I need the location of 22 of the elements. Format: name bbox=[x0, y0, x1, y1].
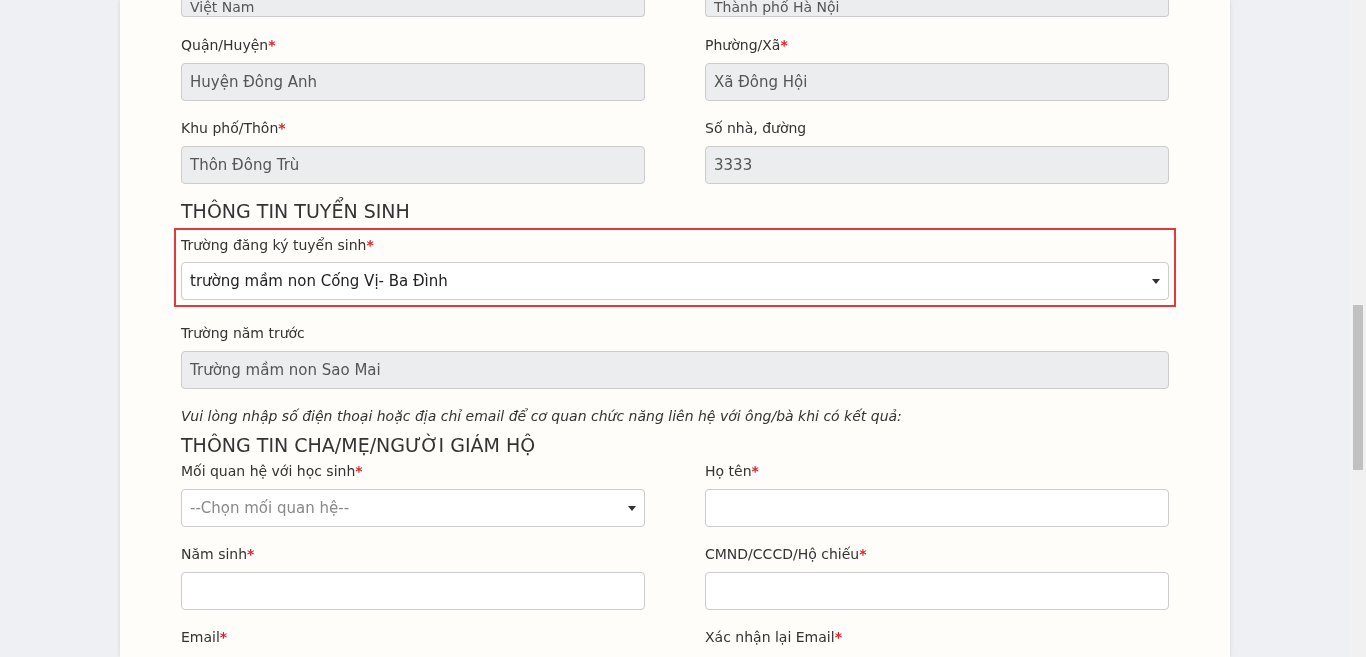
field-label: Khu phố/Thôn* bbox=[181, 119, 287, 138]
select-field[interactable]: trường mầm non Cống Vị- Ba Đình bbox=[181, 262, 1169, 300]
field-label: Số nhà, đường bbox=[705, 119, 808, 138]
field-label: Email* bbox=[181, 628, 229, 647]
input-field[interactable] bbox=[181, 572, 645, 610]
select-field[interactable]: --Chọn mối quan hệ-- bbox=[181, 489, 645, 527]
field-label: Quận/Huyện* bbox=[181, 36, 277, 55]
input-field[interactable] bbox=[705, 489, 1169, 527]
field-label: Năm sinh* bbox=[181, 545, 256, 564]
section-heading: THÔNG TIN CHA/MẸ/NGƯỜI GIÁM HỘ bbox=[181, 434, 537, 456]
field-label: Mối quan hệ với học sinh* bbox=[181, 462, 364, 481]
caret-icon bbox=[1152, 278, 1160, 284]
field-label: CMND/CCCD/Hộ chiếu* bbox=[705, 545, 868, 564]
input-field[interactable] bbox=[705, 572, 1169, 610]
caret-icon bbox=[628, 505, 636, 511]
field-label: Trường đăng ký tuyển sinh* bbox=[181, 236, 375, 255]
field-label: Phường/Xã* bbox=[705, 36, 789, 55]
field-label: Họ tên* bbox=[705, 462, 760, 481]
field-label: Xác nhận lại Email* bbox=[705, 628, 843, 647]
instruction-text: Vui lòng nhập số điện thoại hoặc địa chỉ email để cơ quan chức năng liên hệ với ông/bà khi có kết quả: bbox=[181, 407, 903, 426]
scrollbar-thumb[interactable] bbox=[1353, 305, 1363, 470]
field-label: Trường năm trước bbox=[181, 324, 306, 343]
